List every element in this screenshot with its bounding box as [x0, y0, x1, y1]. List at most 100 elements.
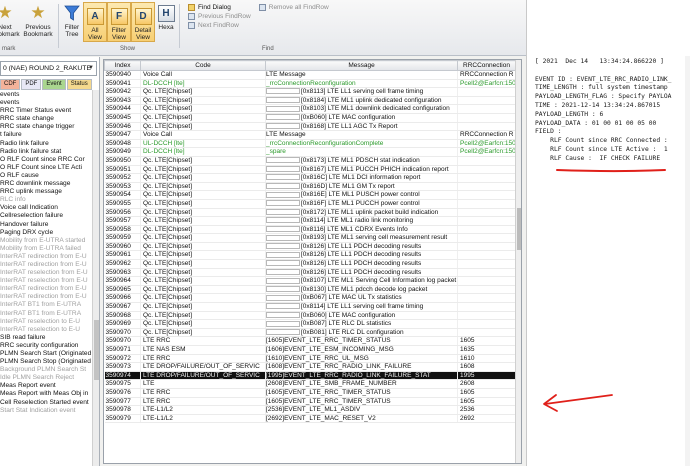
table-row[interactable]: 3590971 LTE NAS ESM [1606]EVENT_LTE_ESM_IN…	[104, 345, 516, 355]
table-row[interactable]: 3590976 LTE RRC [1605]EVENT_LTE_RRC_TIMER_…	[104, 388, 516, 398]
table-row[interactable]: 3590979 LTE-L1/L2 [2692]EVENT_LTE_MAC_RESE…	[104, 414, 516, 424]
table-row[interactable]: 3590942 Qc. LTE[Chipset] [0x8113] LTE LL1 …	[104, 87, 516, 97]
tab-status[interactable]: Status	[66, 79, 92, 90]
hexa-button[interactable]: H Hexa	[155, 0, 177, 31]
table-row[interactable]: 3590973 LTE DROP/FAILURE/OUT_OF_SERVIC [16…	[104, 362, 516, 372]
tree-item[interactable]: InterRAT reselection to E-U	[0, 326, 99, 334]
left-scrollbar[interactable]	[92, 90, 99, 466]
tree-item[interactable]: SIB read failure	[0, 334, 99, 342]
table-row[interactable]: 3590943 Qc. LTE[Chipset] [0x8184] LTE ML1 …	[104, 96, 516, 106]
table-row-selected[interactable]: 3590974 LTE DROP/FAILURE/OUT_OF_SERVIC [19…	[104, 371, 516, 381]
tree-item[interactable]: O RLF Count since RRC Cor	[0, 156, 99, 164]
tree-item[interactable]: InterRAT redirection from E-U	[0, 253, 99, 261]
tree-item[interactable]: O RLF cause	[0, 172, 99, 180]
tree-item[interactable]: PLMN Search Stop (Originated	[0, 358, 99, 366]
table-row[interactable]: 3590944 Qc. LTE[Chipset] [0x8103] LTE ML1 …	[104, 104, 516, 114]
table-row[interactable]: 3590951 Qc. LTE[Chipset] [0x8167] LTE ML1 …	[104, 165, 516, 175]
tree-item[interactable]: Voice call Indication	[0, 204, 99, 212]
tree-item[interactable]: Idle PLMN Search Reject	[0, 374, 99, 382]
table-row[interactable]: 3590945 Qc. LTE[Chipset] [0xB060] LTE MAC …	[104, 113, 516, 123]
tree-item[interactable]: InterRAT reselection from E-U	[0, 269, 99, 277]
tree-item[interactable]: InterRAT reselection to E-U	[0, 318, 99, 326]
next-findrow-button[interactable]: Next FindRow	[188, 22, 251, 29]
table-row[interactable]: 3590978 LTE-L1/L2 [2536]EVENT_LTE_ML1_ASDI…	[104, 405, 516, 415]
table-row[interactable]: 3590949 DL-DCCH [lte] _spare Pcell2@Earfcn:…	[104, 147, 516, 157]
table-row[interactable]: 3590964 Qc. LTE[Chipset] [0x8107] LTE ML1 …	[104, 276, 516, 286]
tree-item[interactable]: Radio link failure stat	[0, 148, 99, 156]
table-row[interactable]: 3590947 Voice Call LTE Message RRCConnectio…	[104, 130, 516, 140]
left-scrollbar-thumb[interactable]	[94, 320, 99, 380]
table-row[interactable]: 3590955 Qc. LTE[Chipset] [0x816F] LTE ML1 …	[104, 199, 516, 209]
previous-bookmark-button[interactable]: ★ Previous Bookmark	[20, 0, 56, 39]
previous-findrow-button[interactable]: Previous FindRow	[188, 13, 251, 20]
table-row[interactable]: 3590966 Qc. LTE[Chipset] [0xB067] LTE MAC …	[104, 293, 516, 304]
table-row[interactable]: 3590946 Qc. LTE[Chipset] [0x8168] LTE LL1 …	[104, 122, 516, 132]
detail-scrollbar[interactable]	[685, 56, 690, 466]
tree-item[interactable]: InterRAT redirection from E-U	[0, 285, 99, 293]
detail-view-button[interactable]: D Detail View	[131, 2, 155, 42]
tree-item[interactable]: Cell Reselection Started event	[0, 399, 99, 407]
find-dialog-button[interactable]: Find Dialog	[188, 4, 251, 11]
table-row[interactable]: 3590969 Qc. LTE[Chipset] [0xB087] LTE RLC …	[104, 319, 516, 329]
table-row[interactable]: 3590957 Qc. LTE[Chipset] [0x8114] LTE ML1 …	[104, 216, 516, 226]
table-row[interactable]: 3590958 Qc. LTE[Chipset] [0x8116] LTE ML1 …	[104, 225, 516, 235]
column-header-index[interactable]: Index	[104, 60, 141, 71]
table-row[interactable]: 3590962 Qc. LTE[Chipset] [0x8126] LTE LL1 …	[104, 259, 516, 269]
tree-item[interactable]: RRC uplink message	[0, 188, 99, 196]
tree-item[interactable]: t failure	[0, 131, 99, 139]
filter-view-button[interactable]: F Filter View	[107, 2, 131, 42]
tree-item[interactable]: events	[0, 99, 99, 107]
tree-item[interactable]: Radio link failure	[0, 140, 99, 148]
tree-item[interactable]: InterRAT reselection from E-U	[0, 277, 99, 285]
table-row[interactable]: 3590965 Qc. LTE[Chipset] [0x8130] LTE ML1 …	[104, 285, 516, 295]
table-row[interactable]: 3590952 Qc. LTE[Chipset] [0x816C] LTE ML1 …	[104, 173, 516, 183]
tree-item[interactable]: Handover failure	[0, 221, 99, 229]
remove-all-findrow-button[interactable]: Remove all FindRow	[258, 4, 329, 11]
table-row[interactable]: 3590941 DL-DCCH [lte] _rrcConnectionReconf…	[104, 79, 516, 89]
table-row[interactable]: 3590967 Qc. LTE[Chipset] [0x8114] LTE LL1 …	[104, 302, 516, 312]
tree-item[interactable]: RRC Timer Status event	[0, 107, 99, 115]
tree-item[interactable]: InterRAT BT1 from E-UTRA	[0, 310, 99, 318]
tree-item[interactable]: events	[0, 91, 99, 99]
tree-item[interactable]: InterRAT BT1 from E-UTRA	[0, 301, 99, 309]
table-row[interactable]: 3590970 Qc. LTE[Chipset] [0xB081] LTE RLC …	[104, 328, 516, 338]
tree-item[interactable]: Meas Report event	[0, 382, 99, 390]
tree-item[interactable]: RRC state change trigger	[0, 123, 99, 131]
tree-item[interactable]: RRC security configuration	[0, 342, 99, 350]
table-row[interactable]: 3590959 Qc. LTE[Chipset] [0x8193] LTE ML1 …	[104, 233, 516, 243]
all-view-button[interactable]: A All View	[83, 2, 107, 42]
tree-item[interactable]: Start Stat Indication event	[0, 407, 99, 415]
tree-item[interactable]: PLMN Search Start (Originated	[0, 350, 99, 358]
tree-item[interactable]: InterRAT redirection from E-U	[0, 261, 99, 269]
table-row[interactable]: 3590970 LTE RRC [1605]EVENT_LTE_RRC_TIMER_…	[104, 336, 516, 346]
tab-cdf[interactable]: CDF	[0, 79, 21, 90]
column-header-rrc[interactable]: RRCConnection	[457, 60, 516, 71]
table-row[interactable]: 3590961 Qc. LTE[Chipset] [0x8126] LTE LL1 …	[104, 250, 516, 261]
tree-item[interactable]: O RLF Count since LTE Acti	[0, 164, 99, 172]
tree-item[interactable]: Meas Report with Meas Obj in	[0, 390, 99, 398]
table-row[interactable]: 3590948 UL-DCCH [lte] _rrcConnectionReconf…	[104, 139, 516, 149]
tab-event[interactable]: Event	[42, 79, 66, 90]
table-row[interactable]: 3590940 Voice Call LTE Message RRCConnectio…	[104, 70, 516, 80]
tree-item[interactable]: RRC state change	[0, 115, 99, 123]
tree-item[interactable]: RRC downlink message	[0, 180, 99, 188]
column-header-code[interactable]: Code	[140, 60, 266, 71]
table-row[interactable]: 3590954 Qc. LTE[Chipset] [0x816E] LTE ML1 …	[104, 190, 516, 200]
next-bookmark-button[interactable]: ★ Next Bookmark	[0, 0, 20, 39]
table-row[interactable]: 3590960 Qc. LTE[Chipset] [0x8126] LTE LL1 …	[104, 242, 516, 252]
tree-item[interactable]: Background PLMN Search St	[0, 366, 99, 374]
table-row[interactable]: 3590977 LTE RRC [1605]EVENT_LTE_RRC_TIMER_…	[104, 397, 516, 407]
column-header-message[interactable]: Message	[265, 60, 458, 71]
tree-item[interactable]: InterRAT redirection from E-U	[0, 293, 99, 301]
table-row[interactable]: 3590975 LTE [2608]EVENT_LTE_SMB_FRAME_NUMB…	[104, 379, 516, 389]
tree-item[interactable]: Paging DRX cycle	[0, 229, 99, 237]
tab-pdf[interactable]: PDF	[21, 79, 42, 90]
tree-item[interactable]: Cellreselection failure	[0, 212, 99, 220]
table-row[interactable]: 3590950 Qc. LTE[Chipset] [0x8173] LTE ML1 …	[104, 156, 516, 166]
table-scrollbar-thumb[interactable]	[517, 208, 521, 250]
tree-item[interactable]: Mobility from E-UTRA started	[0, 237, 99, 245]
table-row[interactable]: 3590968 Qc. LTE[Chipset] [0xB060] LTE MAC …	[104, 311, 516, 321]
tree-item[interactable]: Mobility from E-UTRA failed	[0, 245, 99, 253]
tree-item[interactable]: RLC info	[0, 196, 99, 204]
device-combo[interactable]: 0 (NAE) ROUND 2_RAKUTE ▼	[0, 61, 97, 76]
